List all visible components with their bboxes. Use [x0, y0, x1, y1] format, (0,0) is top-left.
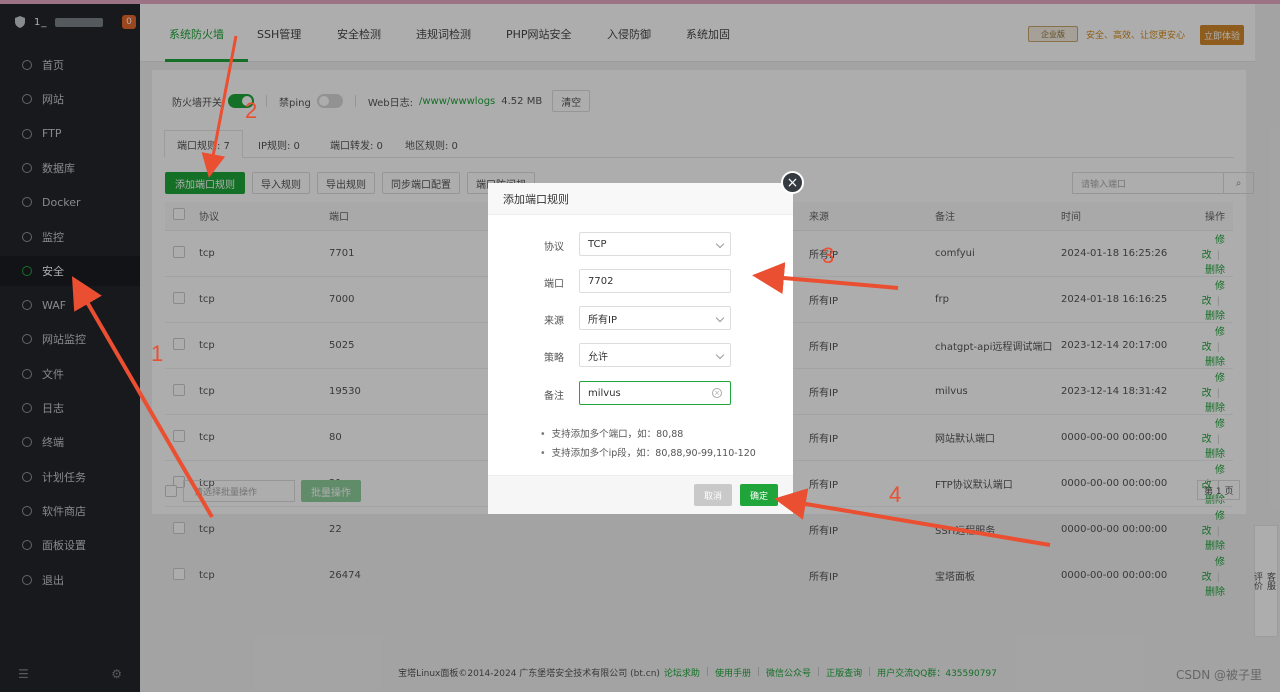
- annotation-arrows: [71, 35, 1051, 547]
- arrow-4: [774, 488, 1051, 547]
- watermark: CSDN @被子里: [1175, 668, 1262, 682]
- arrow-2: [201, 35, 238, 178]
- arrow-1: [71, 276, 214, 519]
- annotation-number-3: 3: [822, 243, 835, 268]
- annotation-number-2: 2: [245, 98, 258, 123]
- arrow-3: [752, 262, 899, 295]
- annotation-number-1: 1: [151, 341, 164, 366]
- annotation-number-4: 4: [889, 482, 902, 507]
